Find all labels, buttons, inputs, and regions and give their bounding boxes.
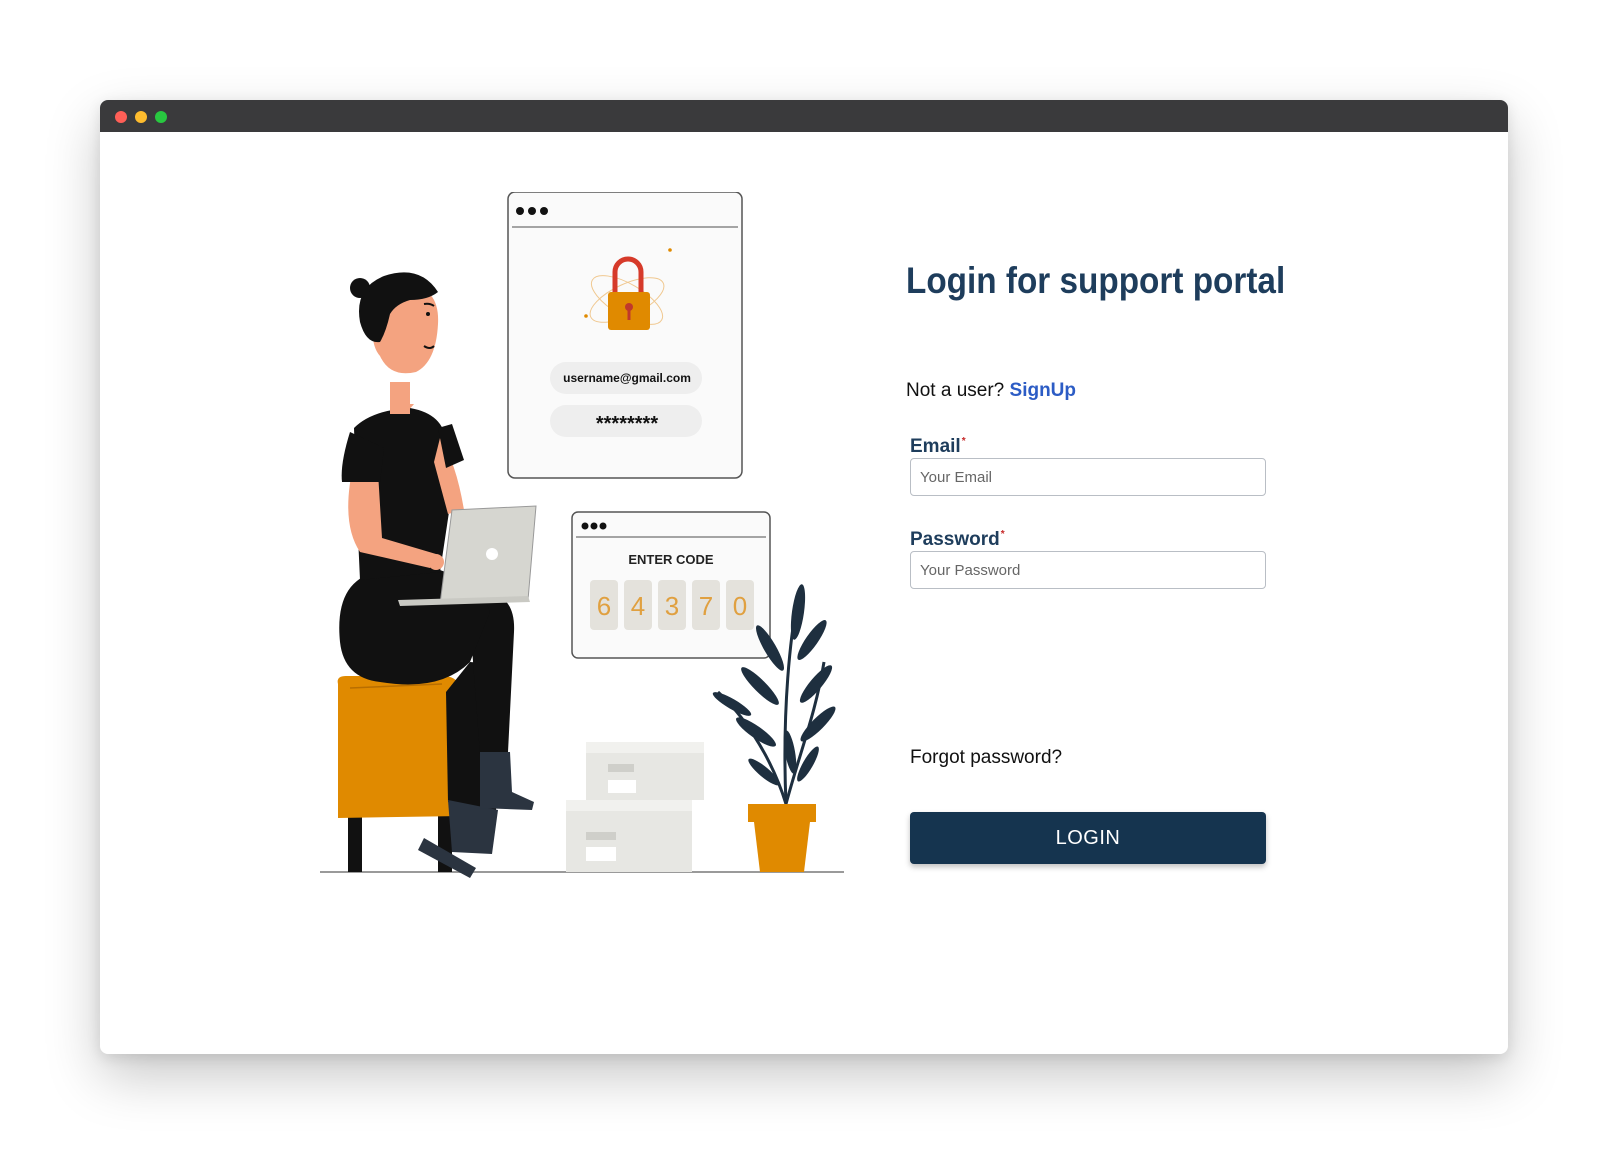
storage-boxes (566, 742, 704, 872)
mockup-password-text: ******** (596, 413, 658, 435)
page-title: Login for support portal (906, 260, 1286, 301)
password-label: Password* (910, 529, 1005, 551)
stool (337, 676, 462, 872)
window-titlebar (100, 100, 1508, 132)
password-required-marker: * (1000, 529, 1005, 540)
browser-window: username@gmail.com ******** ENTER CODE 6… (100, 100, 1508, 1054)
code-digit-1: 6 (597, 591, 611, 621)
close-window-dot[interactable] (115, 111, 127, 123)
password-input[interactable] (910, 551, 1266, 589)
forgot-password-link[interactable]: Forgot password? (910, 747, 1062, 769)
code-digit-3: 3 (665, 591, 679, 621)
login-illustration: username@gmail.com ******** ENTER CODE 6… (320, 192, 960, 912)
email-required-marker: * (961, 436, 966, 447)
code-mockup-card: ENTER CODE 6 4 3 7 0 (571, 511, 771, 659)
signup-prompt: Not a user? (906, 380, 1005, 401)
code-digit-4: 7 (699, 591, 713, 621)
email-label-text: Email (910, 436, 961, 457)
maximize-window-dot[interactable] (155, 111, 167, 123)
email-input[interactable] (910, 458, 1266, 496)
code-digit-5: 0 (733, 591, 747, 621)
login-button[interactable]: LOGIN (910, 812, 1266, 864)
login-mockup-card: username@gmail.com ******** (507, 192, 743, 479)
code-digit-2: 4 (631, 591, 645, 621)
email-label: Email* (910, 436, 966, 458)
menu-dots-icon (516, 207, 524, 215)
enter-code-title: ENTER CODE (628, 552, 714, 567)
mockup-email-text: username@gmail.com (563, 371, 691, 385)
minimize-window-dot[interactable] (135, 111, 147, 123)
code-menu-dots-icon (581, 522, 589, 530)
signup-link[interactable]: SignUp (1010, 380, 1077, 401)
password-label-text: Password (910, 529, 1000, 550)
signup-line: Not a user? SignUp (906, 380, 1076, 402)
illustration-svg: username@gmail.com ******** ENTER CODE 6… (320, 192, 844, 878)
